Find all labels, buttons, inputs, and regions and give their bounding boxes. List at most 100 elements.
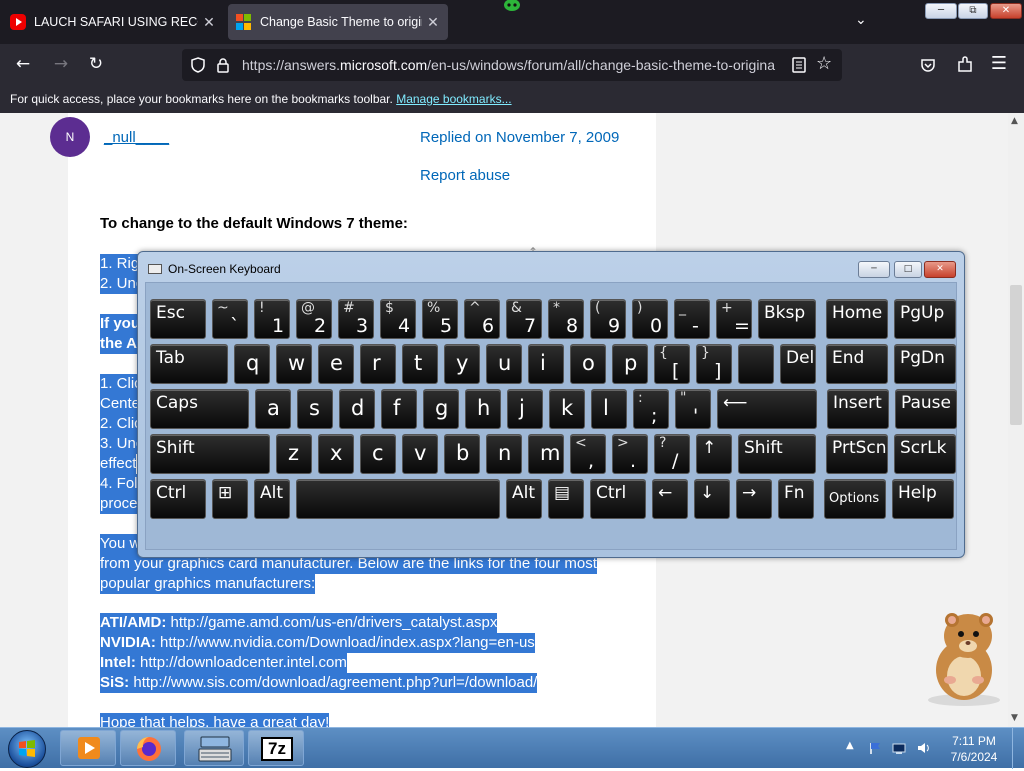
key-h[interactable]: h — [465, 389, 501, 429]
key-help[interactable]: Help — [892, 479, 954, 519]
key-symbol[interactable]: " ' — [675, 389, 711, 429]
shield-icon[interactable] — [190, 57, 206, 73]
key-y[interactable]: y — [444, 344, 480, 384]
window-close-button[interactable]: ✕ — [990, 3, 1022, 19]
key-shift[interactable]: Shift — [150, 434, 270, 474]
key-7[interactable]: & 7 — [506, 299, 542, 339]
key-shift[interactable]: Shift — [738, 434, 816, 474]
lock-icon[interactable] — [216, 57, 230, 73]
key-p[interactable]: p — [612, 344, 648, 384]
osk-maximize-button[interactable]: □ — [894, 261, 922, 278]
key-f[interactable]: f — [381, 389, 417, 429]
key-t[interactable]: t — [402, 344, 438, 384]
key-u[interactable]: u — [486, 344, 522, 384]
key-6[interactable]: ^ 6 — [464, 299, 500, 339]
key-ctrl[interactable]: Ctrl — [150, 479, 206, 519]
key-o[interactable]: o — [570, 344, 606, 384]
key-w[interactable]: w — [276, 344, 312, 384]
key-tab[interactable]: Tab — [150, 344, 228, 384]
username-link[interactable]: _null____ — [104, 129, 169, 146]
key-8[interactable]: * 8 — [548, 299, 584, 339]
osk-minimize-button[interactable]: ─ — [858, 261, 890, 278]
key-a[interactable]: a — [255, 389, 291, 429]
system-clock[interactable]: 7:11 PM 7/6/2024 — [942, 733, 1006, 765]
key-space[interactable] — [296, 479, 500, 519]
key-s[interactable]: s — [297, 389, 333, 429]
key-ctrl[interactable]: Ctrl — [590, 479, 646, 519]
scroll-down-icon[interactable]: ▼ — [1011, 713, 1018, 723]
start-button[interactable] — [8, 730, 46, 768]
volume-icon[interactable] — [916, 741, 930, 755]
key-q[interactable]: q — [234, 344, 270, 384]
key-symbol[interactable]: ⟵ — [717, 389, 817, 429]
key-0[interactable]: ) 0 — [632, 299, 668, 339]
key-symbol[interactable]: ~ ` — [212, 299, 248, 339]
key-l[interactable]: l — [591, 389, 627, 429]
key-home[interactable]: Home — [826, 299, 888, 339]
key-symbol[interactable]: _ - — [674, 299, 710, 339]
bookmark-star-icon[interactable]: ☆ — [816, 53, 832, 74]
key-pause[interactable]: Pause — [895, 389, 957, 429]
extensions-icon[interactable] — [956, 56, 974, 74]
key-symbol[interactable]: >. — [612, 434, 648, 474]
menu-icon[interactable]: ☰ — [988, 54, 1010, 74]
forward-icon[interactable]: → — [50, 54, 72, 74]
key-symbol[interactable]: + = — [716, 299, 752, 339]
key-x[interactable]: x — [318, 434, 354, 474]
key-b[interactable]: b — [444, 434, 480, 474]
page-scrollbar[interactable]: ▲ ▼ — [1008, 113, 1024, 727]
key-d[interactable]: d — [339, 389, 375, 429]
window-minimize-button[interactable]: ─ — [925, 3, 957, 19]
key-symbol[interactable]: :; — [633, 389, 669, 429]
list-all-tabs-icon[interactable]: ⌄ — [855, 12, 867, 28]
key-prtscn[interactable]: PrtScn — [826, 434, 888, 474]
key-k[interactable]: k — [549, 389, 585, 429]
key-v[interactable]: v — [402, 434, 438, 474]
back-icon[interactable]: ← — [12, 54, 34, 74]
key-pgup[interactable]: PgUp — [894, 299, 956, 339]
key-symbol[interactable]: }] — [696, 344, 732, 384]
key-n[interactable]: n — [486, 434, 522, 474]
show-desktop-button[interactable] — [1012, 728, 1024, 769]
osk-close-button[interactable]: ✕ — [924, 261, 956, 278]
key-scrlk[interactable]: ScrLk — [894, 434, 956, 474]
key-2[interactable]: @2 — [296, 299, 332, 339]
tab-microsoft-answers[interactable]: Change Basic Theme to origina ✕ — [228, 4, 448, 40]
key-alt[interactable]: Alt — [254, 479, 290, 519]
scrollbar-thumb[interactable] — [1010, 285, 1022, 425]
key-g[interactable]: g — [423, 389, 459, 429]
key-caps[interactable]: Caps — [150, 389, 249, 429]
key-del[interactable]: Del — [780, 344, 816, 384]
close-tab-icon[interactable]: ✕ — [202, 14, 216, 31]
action-center-flag-icon[interactable] — [868, 741, 882, 755]
key-symbol[interactable]: {[ — [654, 344, 690, 384]
show-hidden-icons-icon[interactable]: ▲ — [846, 740, 854, 751]
key-e[interactable]: e — [318, 344, 354, 384]
key-symbol[interactable]: ▤ — [548, 479, 584, 519]
key-z[interactable]: z — [276, 434, 312, 474]
taskbar-on-screen-keyboard[interactable] — [184, 730, 244, 766]
key-fn[interactable]: Fn — [778, 479, 814, 519]
key-symbol[interactable]: ⊞ — [212, 479, 248, 519]
network-icon[interactable] — [892, 741, 906, 755]
pocket-icon[interactable] — [920, 57, 936, 73]
key-9[interactable]: (9 — [590, 299, 626, 339]
key-j[interactable]: j — [507, 389, 543, 429]
key-pgdn[interactable]: PgDn — [894, 344, 956, 384]
key-1[interactable]: ! 1 — [254, 299, 290, 339]
key-end[interactable]: End — [826, 344, 888, 384]
url-bar[interactable]: https://answers.microsoft.com/en-us/wind… — [182, 49, 842, 81]
scroll-up-icon[interactable]: ▲ — [1011, 116, 1018, 126]
key-m[interactable]: m — [528, 434, 564, 474]
key-i[interactable]: i — [528, 344, 564, 384]
key-r[interactable]: r — [360, 344, 396, 384]
close-tab-icon[interactable]: ✕ — [426, 14, 440, 31]
reload-icon[interactable]: ↻ — [85, 54, 107, 74]
key-symbol[interactable] — [738, 344, 774, 384]
key-symbol[interactable]: → — [736, 479, 772, 519]
driver-link-nvidia[interactable]: NVIDIA: http://www.nvidia.com/Download/i… — [100, 633, 535, 653]
avatar[interactable]: N — [50, 117, 90, 157]
key-symbol[interactable]: ↑ — [696, 434, 732, 474]
key-insert[interactable]: Insert — [827, 389, 889, 429]
key-symbol[interactable]: ? / — [654, 434, 690, 474]
